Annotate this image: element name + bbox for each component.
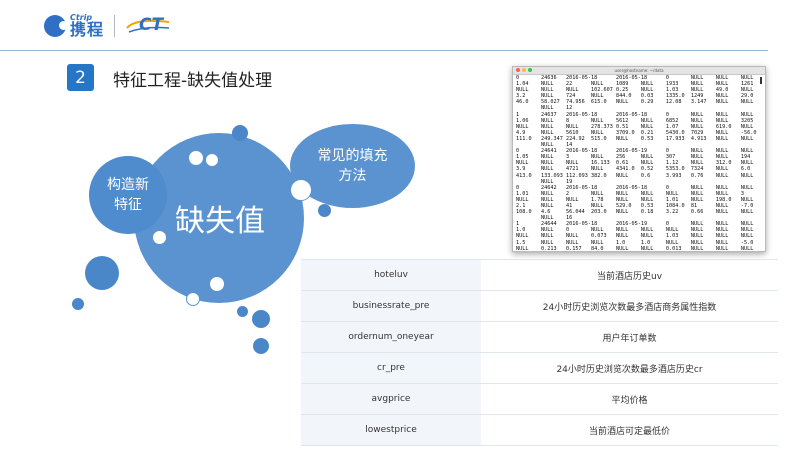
feature-description: 当前酒店可定最低价 (588, 426, 670, 437)
feature-description: 当前酒店历史uv (596, 271, 663, 282)
ring-4 (152, 230, 167, 245)
feature-name: lowestprice (301, 415, 481, 445)
terminal-screenshot: user@hostname: ~/data 0 24636 2016-05-18… (512, 66, 766, 252)
feature-description: 用户年订单数 (602, 333, 657, 344)
dot-4 (72, 298, 84, 310)
page-title: 特征工程-缺失值处理 (113, 71, 273, 91)
terminal-line: 1 24637 2016-05-18 2016-05-18 0 NULL NUL… (516, 111, 754, 118)
dot-3 (85, 256, 119, 290)
section-number-badge: 2 (67, 64, 94, 91)
dot-1 (232, 125, 248, 141)
table-row: businessrate_pre 24小时历史浏览次数最多酒店商务属性指数 (301, 290, 778, 321)
feature-name: avgprice (301, 384, 481, 414)
dot-7 (253, 338, 269, 354)
table-row: lowestprice 当前酒店可定最低价 (301, 414, 778, 446)
terminal-titlebar: user@hostname: ~/data (513, 67, 765, 75)
fill-methods-label: 常见的填充 方法 (317, 148, 388, 184)
logo-divider (114, 15, 116, 37)
logo-chinese: 携程 (70, 20, 105, 39)
dot-6 (237, 306, 248, 317)
terminal-line: 3.9 NULL 4721 NULL 4341.0 0.52 5353.0 73… (516, 166, 751, 173)
new-feature-label: 构造新 特征 (107, 177, 149, 213)
missing-value-label: 缺失值 (175, 204, 265, 239)
terminal-line: 413.0 133.093 112.093 382.0 NULL 0.6 3.9… (516, 172, 766, 179)
dot-2 (318, 204, 331, 217)
header-divider (0, 50, 768, 51)
dot-5 (252, 310, 270, 328)
ring-2 (205, 153, 219, 167)
terminal-line: NULL 0.213 0.157 84.0 NULL NULL 0.013 NU… (516, 245, 766, 252)
ring-3 (290, 179, 312, 201)
table-row: avgprice 平均价格 (301, 383, 778, 414)
ring-1 (188, 150, 204, 166)
ring-5 (209, 276, 225, 292)
ct-team-logo: CT (125, 14, 171, 38)
scrollbar (760, 77, 762, 84)
dolphin-icon (44, 15, 68, 37)
terminal-line: NULL NULL NULL 0.073 NULL NULL 1.03 NULL… (516, 233, 754, 240)
feature-description: 24小时历史浏览次数最多酒店商务属性指数 (542, 302, 717, 313)
terminal-title: user@hostname: ~/data (614, 68, 664, 73)
feature-name: hoteluv (301, 260, 481, 290)
table-row: ordernum_oneyear 用户年订单数 (301, 321, 778, 352)
terminal-line: 1.01 NULL 2 NULL NULL NULL NULL NULL NUL… (516, 190, 744, 197)
feature-table: hoteluv 当前酒店历史uv businessrate_pre 24小时历史浏览次… (301, 259, 778, 446)
feature-name: cr_pre (301, 353, 481, 383)
ct-logo-text: CT (139, 15, 164, 35)
ctrip-logo: Ctrip 携程 CT (44, 14, 171, 38)
feature-description: 24小时历史浏览次数最多酒店历史cr (556, 364, 703, 375)
ring-6 (186, 292, 200, 306)
terminal-line: 1.06 NULL 8 NULL 5612 NULL 6852 NULL NUL… (516, 117, 754, 124)
terminal-line: 1.5 NULL NULL NULL 1.0 1.0 NULL NULL NUL… (516, 239, 754, 246)
feature-description: 平均价格 (611, 395, 648, 406)
terminal-output: 0 24636 2016-05-18 2016-05-18 0 NULL NUL… (516, 75, 766, 252)
terminal-line: NULL NULL NULL 278.373 0.51 NULL 1.07 NU… (516, 123, 754, 130)
feature-name: ordernum_oneyear (301, 322, 481, 352)
feature-name: businessrate_pre (301, 291, 481, 321)
table-row: hoteluv 当前酒店历史uv (301, 259, 778, 290)
terminal-line: 0 24642 2016-05-18 2016-05-18 0 NULL NUL… (516, 184, 754, 191)
table-row: cr_pre 24小时历史浏览次数最多酒店历史cr (301, 352, 778, 383)
